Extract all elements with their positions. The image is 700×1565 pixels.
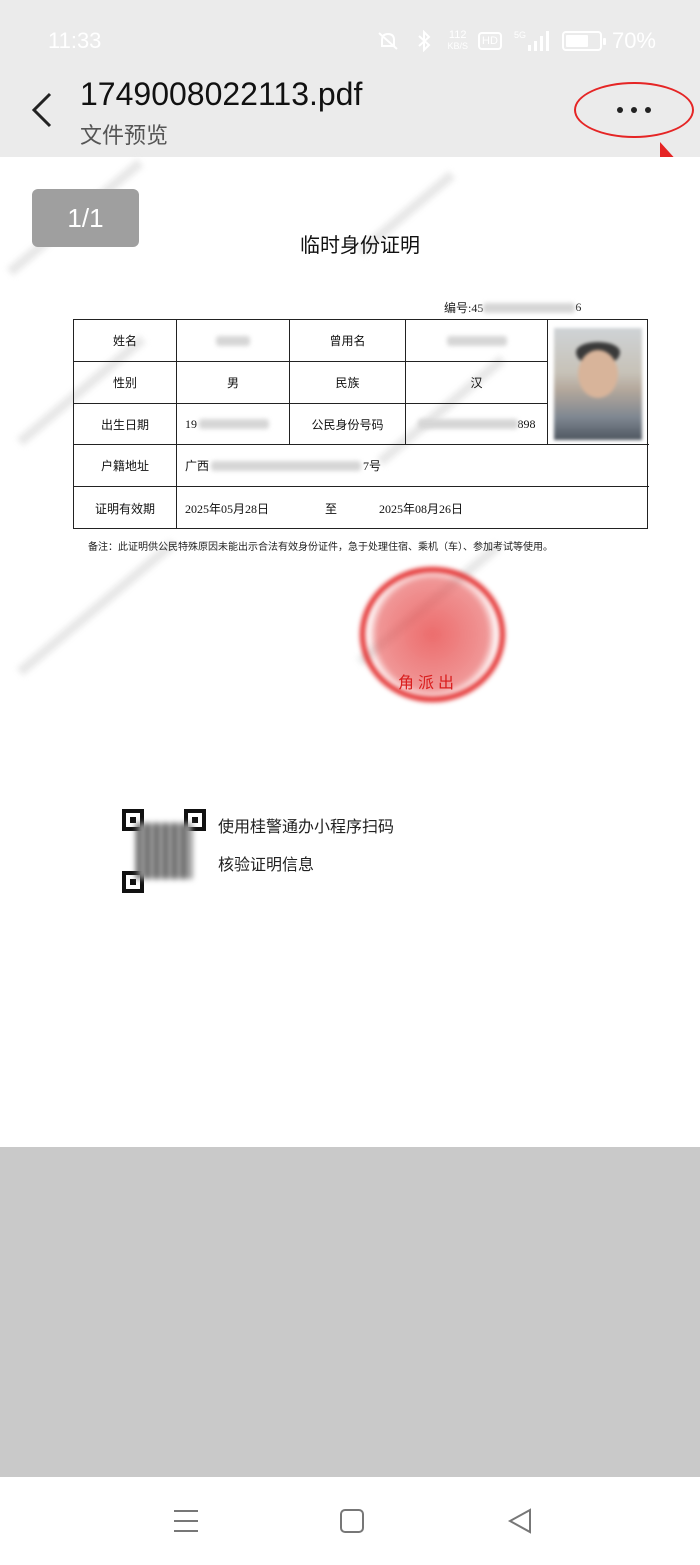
- serial-suffix: 6: [575, 300, 582, 314]
- certificate-table: 姓名 曾用名 性别 男 民族 汉 出生日期 19 公民身份号码 898 户籍地址…: [73, 319, 649, 529]
- preview-empty-area: [0, 1147, 700, 1477]
- value-id-number: 898: [406, 404, 548, 445]
- hd-label: HD: [482, 35, 498, 47]
- status-bar: 11:33 112 KB/S HD 5G 70%: [0, 0, 700, 84]
- qr-code: [122, 809, 206, 893]
- id-suffix: 898: [517, 416, 536, 431]
- status-time: 11:33: [48, 28, 102, 53]
- serial-prefix: 编号:45: [444, 301, 484, 315]
- watermark: [16, 539, 177, 676]
- address-suffix: 7号: [363, 459, 382, 473]
- label-validity: 证明有效期: [74, 487, 177, 529]
- redacted-birth-date: [199, 419, 269, 429]
- bluetooth-icon: [411, 30, 437, 52]
- file-subtitle: 文件预览: [80, 124, 169, 149]
- address-prefix: 广西: [185, 459, 210, 473]
- seal-text: 角派出: [398, 673, 459, 692]
- top-bar: 11:33 112 KB/S HD 5G 70% 1749008022113.p…: [0, 0, 700, 196]
- label-name: 姓名: [74, 320, 177, 362]
- document-title: 临时身份证明: [300, 235, 420, 257]
- menu-icon: [174, 1510, 198, 1532]
- value-ethnicity: 汉: [406, 362, 548, 404]
- value-former-name: [406, 320, 548, 362]
- battery-percent: 70%: [611, 28, 656, 53]
- status-icons: 112 KB/S HD 5G 70%: [375, 28, 656, 54]
- battery-icon: [561, 31, 606, 51]
- system-navigation-bar: [0, 1477, 700, 1565]
- validity-to-label: 至: [325, 501, 338, 516]
- square-home-icon: [340, 1509, 364, 1533]
- label-gender: 性别: [74, 362, 177, 404]
- silent-icon: [375, 30, 401, 52]
- nav-menu-button[interactable]: [170, 1505, 202, 1537]
- redacted-id-number: [417, 419, 518, 429]
- validity-from: 2025年05月28日: [185, 501, 270, 516]
- qr-instruction-line1: 使用桂警通办小程序扫码: [218, 819, 395, 836]
- document-preview[interactable]: 1/1 临时身份证明 编号:45 6 姓名 曾用名 性别 男 民族 汉 出生日期…: [0, 157, 700, 1147]
- qr-instruction-line2: 核验证明信息: [218, 857, 315, 874]
- nav-home-button[interactable]: [336, 1505, 368, 1537]
- more-horizontal-icon: [617, 107, 651, 113]
- label-address: 户籍地址: [74, 445, 177, 487]
- network-label: 5G: [513, 30, 526, 40]
- redacted-former-name: [446, 335, 507, 346]
- back-button[interactable]: [22, 88, 62, 132]
- value-gender: 男: [177, 362, 290, 404]
- redacted-name: [216, 335, 250, 346]
- nav-back-button[interactable]: [504, 1505, 536, 1537]
- value-validity: 2025年05月28日 至 2025年08月26日: [177, 487, 649, 529]
- label-birth-date: 出生日期: [74, 404, 177, 445]
- redacted-serial: [483, 302, 576, 313]
- hd-icon: HD: [477, 32, 502, 50]
- net-speed-value: 112: [448, 29, 467, 41]
- birth-prefix: 19: [185, 416, 197, 431]
- net-speed-unit: KB/S: [447, 41, 468, 51]
- redacted-address: [211, 460, 362, 471]
- signal-icon: 5G: [512, 30, 552, 52]
- value-birth-date: 19: [177, 404, 290, 445]
- net-speed: 112 KB/S: [447, 30, 468, 52]
- serial-number: 编号:45 6: [444, 299, 581, 316]
- label-ethnicity: 民族: [290, 362, 406, 404]
- portrait-photo: [554, 328, 642, 440]
- file-title: 1749008022113.pdf: [80, 76, 363, 112]
- value-address: 广西 7号: [177, 445, 649, 487]
- label-id-number: 公民身份号码: [290, 404, 406, 445]
- value-name: [177, 320, 290, 362]
- chevron-left-icon: [31, 92, 52, 128]
- more-options-button[interactable]: [574, 82, 694, 138]
- validity-to: 2025年08月26日: [379, 501, 464, 516]
- remark-text: 备注：此证明供公民特殊原因未能出示合法有效身份证件，急于处理住宿、乘机（车）、参…: [88, 542, 553, 553]
- triangle-back-icon: [507, 1508, 531, 1534]
- label-former-name: 曾用名: [290, 320, 406, 362]
